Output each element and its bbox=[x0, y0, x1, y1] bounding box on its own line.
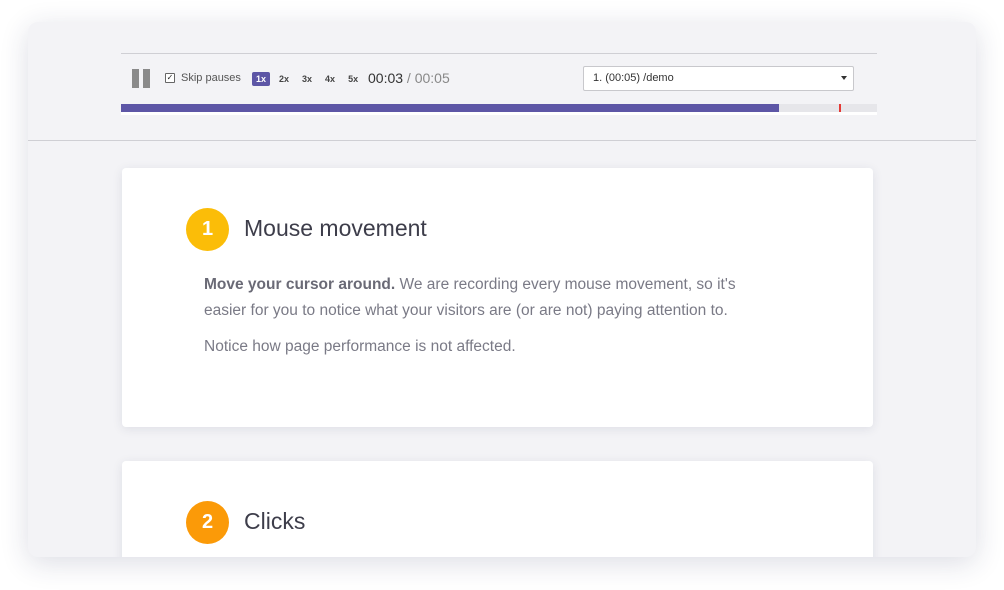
page-select[interactable]: 1. (00:05) /demo bbox=[583, 66, 854, 91]
skip-pauses-checkbox[interactable]: ✓ bbox=[165, 73, 175, 83]
current-time: 00:03 bbox=[368, 70, 404, 86]
speed-5x-button[interactable]: 5x bbox=[344, 72, 362, 86]
timeline-event-marker[interactable] bbox=[839, 104, 841, 112]
total-time: 00:05 bbox=[414, 70, 450, 86]
pause-icon bbox=[132, 69, 139, 88]
step-number-badge: 2 bbox=[186, 501, 229, 544]
step-title: Mouse movement bbox=[244, 215, 427, 241]
step-number-badge: 1 bbox=[186, 208, 229, 251]
app-frame: ✓ Skip pauses 1x 2x 3x 4x 5x 00:03 / 00:… bbox=[28, 22, 976, 557]
pause-button[interactable] bbox=[131, 67, 153, 89]
replay-player-bar: ✓ Skip pauses 1x 2x 3x 4x 5x 00:03 / 00:… bbox=[121, 53, 877, 115]
step-note: Notice how page performance is not affec… bbox=[204, 338, 516, 355]
time-separator: / bbox=[403, 70, 415, 86]
step-card-clicks: 2 Clicks bbox=[122, 461, 873, 557]
skip-pauses-label: Skip pauses bbox=[181, 72, 241, 84]
speed-2x-button[interactable]: 2x bbox=[275, 72, 293, 86]
playback-time: 00:03 / 00:05 bbox=[368, 70, 450, 86]
step-description: Move your cursor around. We are recordin… bbox=[204, 272, 764, 370]
caret-down-icon bbox=[841, 76, 847, 80]
timeline-scrubber[interactable] bbox=[121, 104, 877, 112]
speed-selector: 1x 2x 3x 4x 5x bbox=[252, 72, 367, 86]
step-title: Clicks bbox=[244, 508, 306, 534]
header-divider bbox=[28, 140, 976, 141]
skip-pauses-toggle[interactable]: ✓ Skip pauses bbox=[165, 72, 241, 84]
speed-1x-button[interactable]: 1x bbox=[252, 72, 271, 86]
timeline-progress bbox=[121, 104, 779, 112]
page-select-value: 1. (00:05) /demo bbox=[593, 72, 674, 84]
speed-3x-button[interactable]: 3x bbox=[298, 72, 316, 86]
step-card-mouse-movement: 1 Mouse movement Move your cursor around… bbox=[122, 168, 873, 427]
step-description-bold: Move your cursor around. bbox=[204, 276, 396, 293]
speed-4x-button[interactable]: 4x bbox=[321, 72, 339, 86]
